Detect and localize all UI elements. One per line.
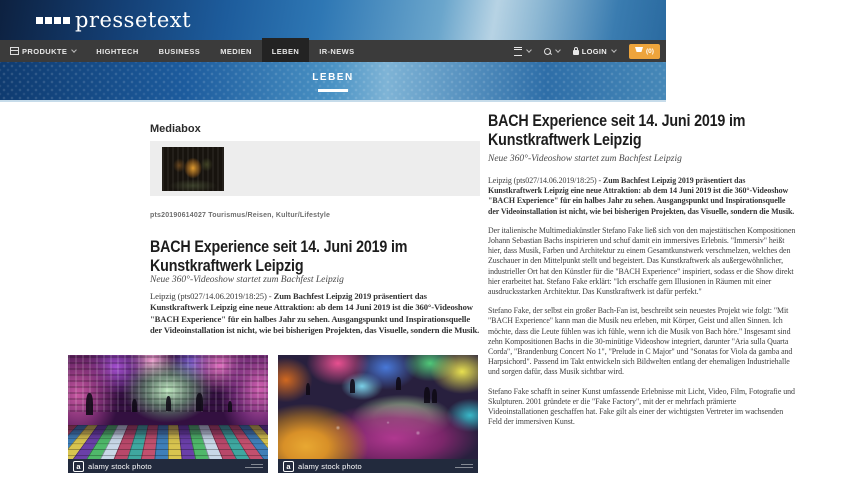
immersive-room-image: [278, 355, 478, 459]
article-photos: a alamy stock photo a alamy stock photo: [68, 355, 478, 473]
article-paragraph: Stefano Fake, der selbst ein großer Bach…: [488, 306, 796, 377]
immersive-room-image: [68, 355, 268, 459]
person-silhouette: [396, 377, 401, 390]
article-subtitle: Neue 360°-Videoshow startet zum Bachfest…: [150, 275, 344, 285]
nav-item-medien[interactable]: MEDIEN: [210, 40, 262, 62]
alamy-credit-text: alamy stock photo: [88, 462, 152, 471]
nav-utilities: LOGIN (0): [514, 40, 660, 62]
nav-item-business[interactable]: BUSINESS: [149, 40, 211, 62]
person-silhouette: [86, 393, 93, 415]
chevron-down-icon: [555, 47, 561, 53]
article-lede-prefix: Leipzig (pts027/14.06.2019/18:25) -: [488, 176, 603, 185]
person-silhouette: [350, 379, 355, 393]
pressetext-logo[interactable]: pressetext: [36, 8, 191, 32]
nav-item-hightech[interactable]: HIGHTECH: [86, 40, 148, 62]
article-title: BACH Experience seit 14. Juni 2019 im Ku…: [150, 237, 494, 275]
nav-item-ir-news[interactable]: IR-NEWS: [309, 40, 364, 62]
article-title: BACH Experience seit 14. Juni 2019 im Ku…: [488, 111, 796, 149]
hamburger-menu-icon: [514, 47, 522, 56]
chevron-down-icon: [71, 47, 77, 53]
article-lede: Leipzig (pts027/14.06.2019/18:25) - Zum …: [150, 291, 482, 337]
media-thumbnail[interactable]: [162, 147, 224, 191]
cart-button[interactable]: (0): [629, 44, 660, 59]
alamy-watermark: [455, 464, 473, 469]
chevron-down-icon: [526, 47, 532, 53]
mediabox-title: Mediabox: [150, 123, 201, 135]
article-text-panel: BACH Experience seit 14. Juni 2019 im Ku…: [488, 111, 796, 436]
lock-icon: [573, 50, 579, 55]
alamy-credit-bar: a alamy stock photo: [278, 459, 478, 473]
login-label: LOGIN: [582, 47, 607, 56]
nav-item-label: HIGHTECH: [96, 47, 138, 56]
grid-icon: [10, 47, 19, 55]
tiled-floor-graphic: [68, 425, 268, 459]
article-paragraph: Stefano Fake schafft in seiner Kunst umf…: [488, 387, 796, 428]
section-title-underline: [318, 89, 348, 92]
person-silhouette: [432, 389, 437, 403]
search-dropdown[interactable]: [544, 48, 560, 55]
person-silhouette: [132, 399, 137, 412]
nav-item-leben[interactable]: LEBEN: [262, 40, 309, 62]
article-lede-prefix: Leipzig (pts027/14.06.2019/18:25) -: [150, 291, 274, 301]
menu-dropdown[interactable]: [514, 47, 531, 56]
alamy-logo: a: [73, 461, 84, 472]
chevron-down-icon: [611, 47, 617, 53]
cart-count: (0): [646, 48, 654, 55]
nav-item-label: LEBEN: [272, 47, 299, 56]
login-button[interactable]: LOGIN: [573, 47, 616, 56]
alamy-credit-bar: a alamy stock photo: [68, 459, 268, 473]
alamy-logo: a: [283, 461, 294, 472]
section-banner: LEBEN: [0, 62, 666, 102]
nav-item-label: IR-NEWS: [319, 47, 354, 56]
nav-item-label: MEDIEN: [220, 47, 252, 56]
site-header: pressetext: [0, 0, 666, 40]
person-silhouette: [228, 401, 232, 412]
main-navbar: PRODUKTE HIGHTECH BUSINESS MEDIEN LEBEN …: [0, 40, 666, 62]
section-title: LEBEN: [0, 62, 666, 83]
stock-photo-painted-room[interactable]: a alamy stock photo: [278, 355, 478, 473]
article-meta: pts20190614027 Tourismus/Reisen, Kultur/…: [150, 212, 330, 219]
search-icon: [544, 48, 551, 55]
pressetext-logo-text: pressetext: [75, 8, 191, 32]
article-subtitle: Neue 360°-Videoshow startet zum Bachfest…: [488, 154, 796, 164]
person-silhouette: [166, 396, 171, 411]
person-silhouette: [196, 393, 203, 411]
nav-item-label: PRODUKTE: [22, 47, 67, 56]
nav-item-produkte[interactable]: PRODUKTE: [0, 40, 86, 62]
article-paragraph: Der italienische Multimediakünstler Stef…: [488, 226, 796, 297]
mediabox-panel: [150, 141, 480, 196]
cart-icon: [635, 47, 643, 52]
article-body: Leipzig (pts027/14.06.2019/18:25) - Zum …: [488, 176, 796, 427]
person-silhouette: [306, 383, 310, 395]
article-lede: Leipzig (pts027/14.06.2019/18:25) - Zum …: [488, 176, 796, 217]
alamy-watermark: [245, 464, 263, 469]
stock-photo-mosaic-room[interactable]: a alamy stock photo: [68, 355, 268, 473]
pressetext-squares-icon: [36, 17, 70, 24]
nav-item-label: BUSINESS: [159, 47, 201, 56]
person-silhouette: [424, 387, 430, 403]
alamy-credit-text: alamy stock photo: [298, 462, 362, 471]
